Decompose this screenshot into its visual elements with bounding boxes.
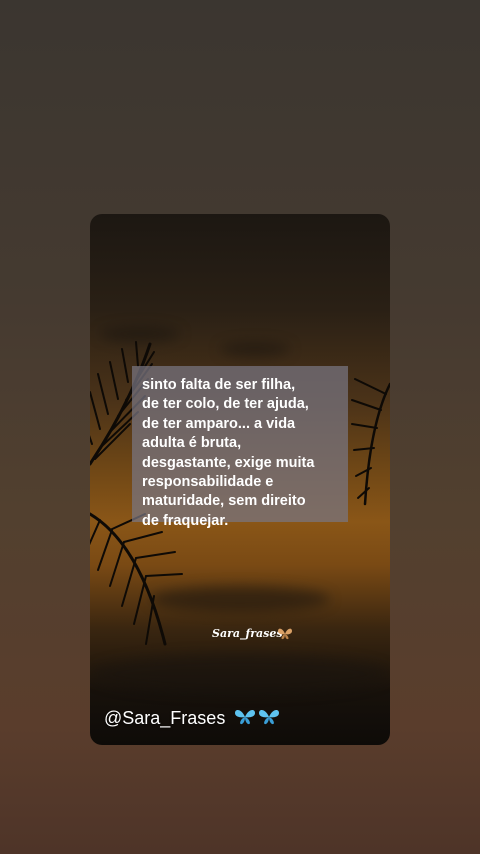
butterfly-blue-icon — [235, 709, 255, 725]
butterfly-blue-icon — [259, 709, 279, 725]
handle-text: @Sara_Frases — [104, 708, 226, 728]
quote-box: sinto falta de ser filha, de ter colo, d… — [132, 366, 348, 529]
butterfly-group — [234, 708, 280, 726]
butterfly-orange-icon — [278, 628, 292, 640]
quote-text: sinto falta de ser filha, de ter colo, d… — [142, 377, 315, 529]
signature-text: Sara_frases — [212, 627, 283, 640]
story-card: sinto falta de ser filha, de ter colo, d… — [90, 214, 390, 745]
